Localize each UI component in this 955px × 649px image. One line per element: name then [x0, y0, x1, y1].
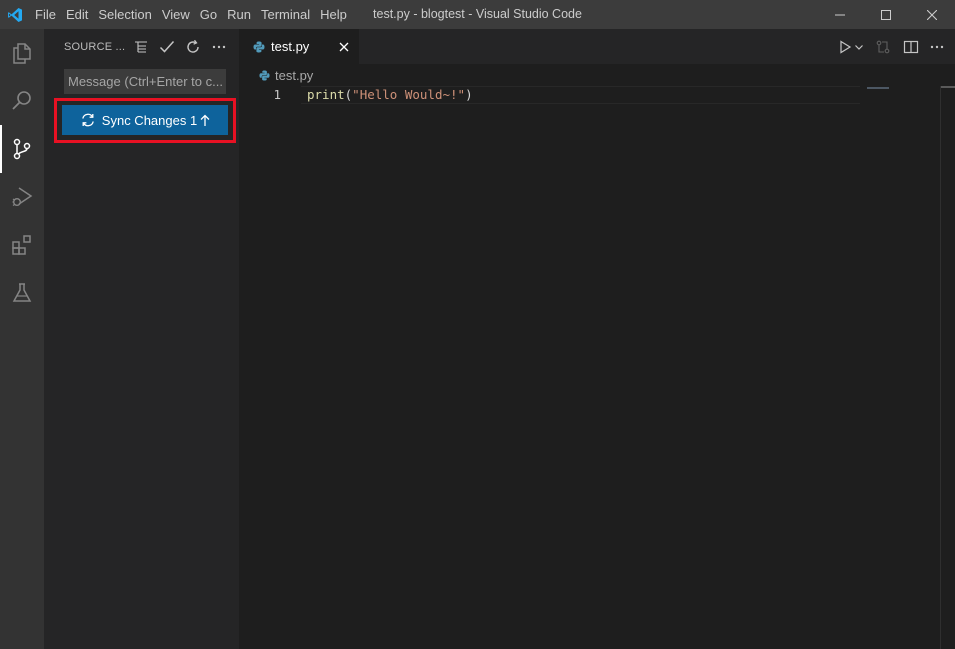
sidebar-title: SOURCE ... — [64, 40, 126, 53]
editor-actions — [832, 29, 955, 64]
menu-terminal[interactable]: Terminal — [256, 0, 315, 29]
check-icon — [159, 40, 175, 53]
code-function-token: print — [307, 87, 345, 102]
tab-test-py[interactable]: test.py — [239, 29, 359, 64]
split-editor-button[interactable] — [899, 35, 923, 59]
refresh-icon — [187, 39, 199, 53]
open-changes-button[interactable] — [871, 35, 895, 59]
chevron-down-icon — [855, 44, 863, 50]
commit-button[interactable] — [154, 36, 180, 58]
refresh-button[interactable] — [180, 36, 206, 58]
menu-edit[interactable]: Edit — [61, 0, 93, 29]
search-icon — [12, 91, 31, 110]
breadcrumb-file[interactable]: test.py — [275, 68, 313, 83]
code-line[interactable]: print("Hello Would~!") — [307, 86, 473, 104]
editor-more-actions-button[interactable] — [925, 35, 949, 59]
files-icon — [13, 43, 31, 64]
tab-label: test.py — [271, 39, 310, 54]
minimap[interactable] — [865, 86, 940, 649]
vscode-logo-icon — [0, 0, 29, 29]
arrow-up-icon — [200, 114, 210, 127]
sync-changes-label: Sync Changes 1 — [101, 112, 198, 128]
ellipsis-icon — [930, 45, 944, 48]
python-file-icon — [259, 69, 270, 81]
commit-message-input[interactable] — [64, 69, 226, 94]
python-file-icon — [253, 41, 265, 52]
activity-bar — [0, 29, 44, 649]
view-as-tree-button[interactable] — [128, 36, 154, 58]
menu-help[interactable]: Help — [315, 0, 352, 29]
extensions-icon — [12, 235, 31, 255]
close-icon — [339, 42, 349, 52]
window-controls — [817, 0, 955, 29]
activity-testing[interactable] — [0, 269, 44, 317]
activity-extensions[interactable] — [0, 221, 44, 269]
sidebar-header: SOURCE ... — [44, 29, 239, 64]
run-dropdown-button[interactable] — [853, 35, 865, 59]
code-string-token: "Hello Would~!" — [352, 87, 466, 102]
run-debug-icon — [12, 187, 33, 206]
menu-run[interactable]: Run — [222, 0, 256, 29]
list-tree-icon — [135, 40, 147, 53]
minimize-icon — [835, 14, 845, 15]
close-icon — [927, 9, 937, 20]
menu-view[interactable]: View — [157, 0, 195, 29]
line-number: 1 — [273, 87, 281, 102]
activity-source-control[interactable] — [0, 125, 44, 173]
code-editor[interactable]: 1 print("Hello Would~!") — [239, 86, 865, 649]
activity-run-debug[interactable] — [0, 173, 44, 221]
split-editor-icon — [903, 40, 919, 53]
close-window-button[interactable] — [909, 0, 955, 29]
vertical-scrollbar[interactable] — [940, 86, 955, 649]
activity-explorer[interactable] — [0, 29, 44, 77]
flask-icon — [12, 283, 32, 302]
sync-changes-button[interactable]: Sync Changes 1 — [62, 105, 228, 135]
minimap-line — [867, 87, 889, 89]
title-bar: File Edit Selection View Go Run Terminal… — [0, 0, 955, 29]
menu-go[interactable]: Go — [195, 0, 222, 29]
menu-file[interactable]: File — [30, 0, 61, 29]
scrollbar-marker — [941, 86, 955, 88]
menu-bar: File Edit Selection View Go Run Terminal… — [30, 0, 352, 29]
source-control-icon — [13, 138, 31, 160]
menu-selection[interactable]: Selection — [93, 0, 156, 29]
play-icon — [840, 39, 852, 54]
source-control-sidebar: SOURCE ... Message (Ctrl+Enter to c... S… — [44, 29, 239, 649]
sync-icon — [80, 112, 96, 128]
code-close-paren: ) — [465, 87, 473, 102]
tab-close-button[interactable] — [335, 38, 353, 56]
compare-changes-icon — [876, 40, 890, 53]
more-actions-button[interactable] — [206, 36, 232, 58]
sidebar-actions — [128, 36, 232, 58]
activity-search[interactable] — [0, 77, 44, 125]
editor-tab-bar: test.py — [239, 29, 955, 64]
minimize-button[interactable] — [817, 0, 863, 29]
maximize-button[interactable] — [863, 0, 909, 29]
ellipsis-icon — [212, 45, 226, 48]
maximize-icon — [881, 9, 891, 20]
breadcrumb: test.py — [239, 64, 313, 86]
